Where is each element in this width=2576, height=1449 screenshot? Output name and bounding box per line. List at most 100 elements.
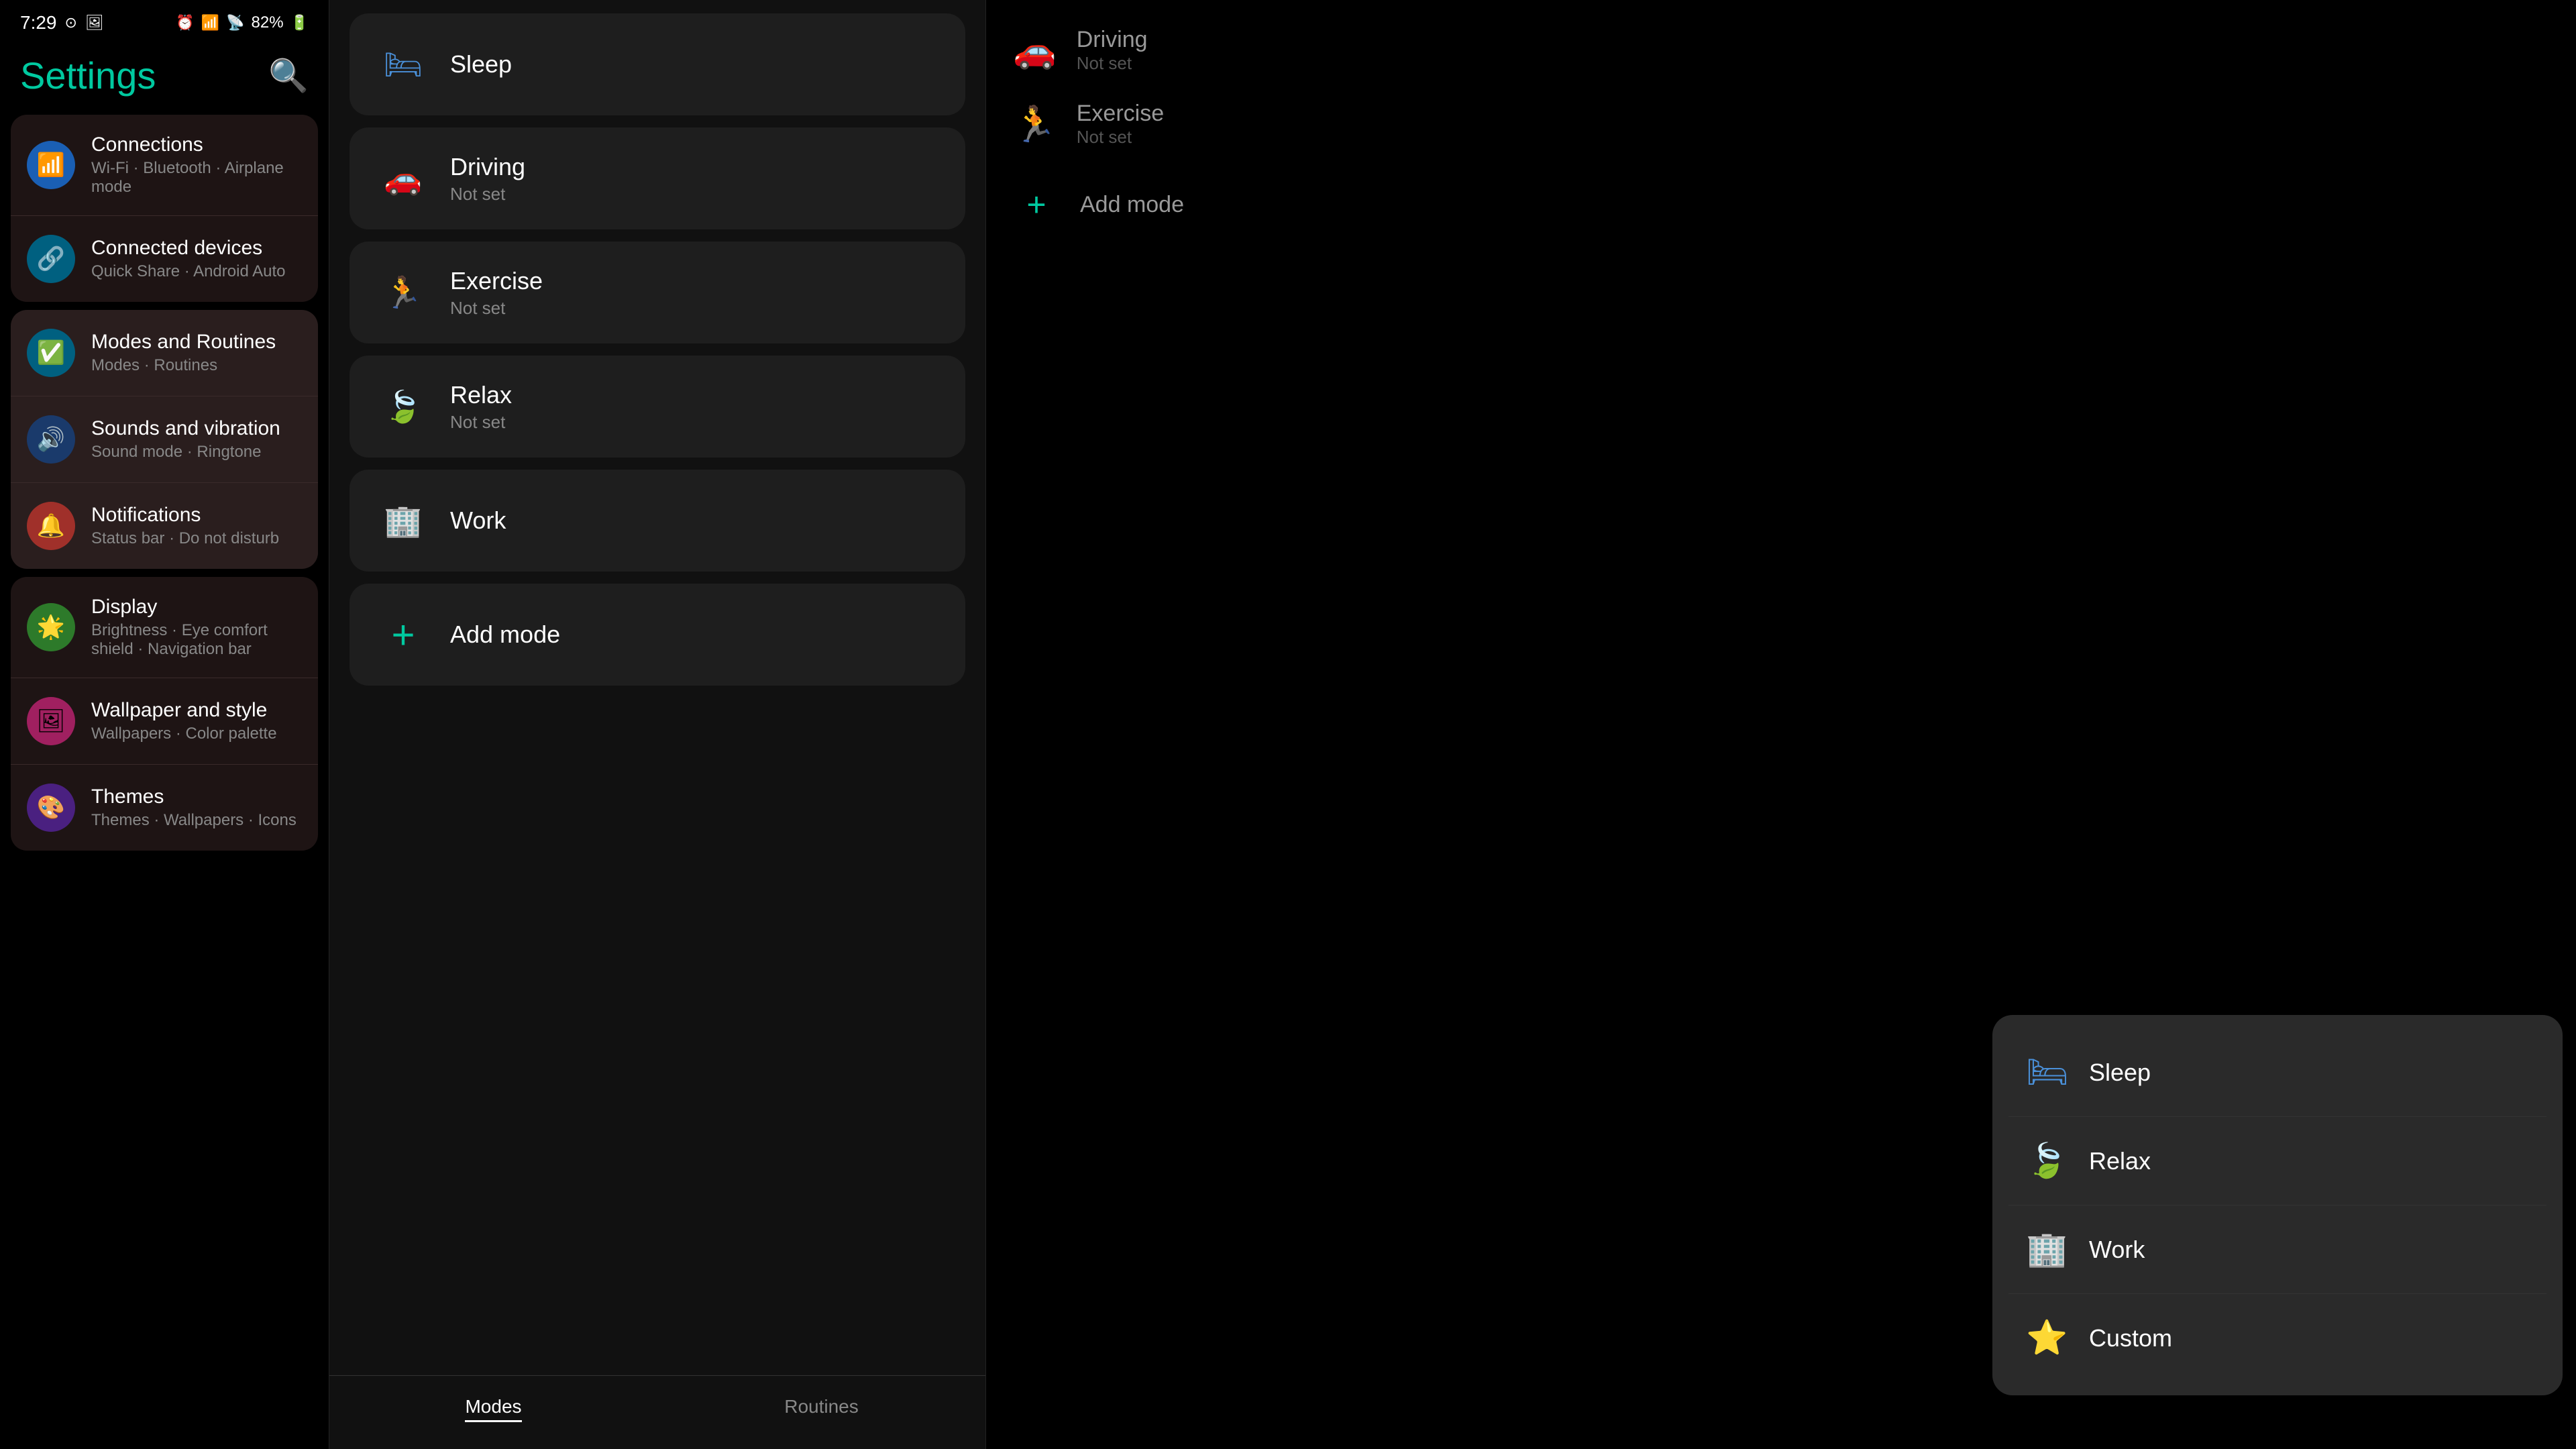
settings-item-wallpaper[interactable]: 🖼 Wallpaper and style Wallpapers · Color… [11, 678, 318, 765]
modes-title: Modes and Routines [91, 331, 302, 354]
popup-relax-icon: 🍃 [2026, 1141, 2066, 1181]
right-driving-name: Driving [1077, 27, 1148, 53]
work-mode-name: Work [450, 506, 938, 535]
right-exercise-icon: 🏃 [1013, 104, 1057, 145]
connected-devices-title: Connected devices [91, 237, 302, 260]
sleep-mode-name: Sleep [450, 50, 938, 78]
relax-mode-name: Relax [450, 381, 938, 409]
popup-item-custom[interactable]: ⭐ Custom [1992, 1294, 2563, 1382]
popup-custom-label: Custom [2089, 1324, 2172, 1352]
wallpaper-title: Wallpaper and style [91, 699, 302, 722]
right-panel: 🚗 Driving Not set 🏃 Exercise Not set + A… [986, 0, 2576, 1449]
popup-work-icon: 🏢 [2026, 1230, 2066, 1269]
battery-label: 82% [252, 13, 284, 32]
mode-item-driving[interactable]: 🚗 Driving Not set [350, 127, 965, 229]
popup-relax-label: Relax [2089, 1147, 2151, 1175]
right-add-mode-icon: + [1013, 181, 1060, 228]
mode-list: 🛏 Sleep 🚗 Driving Not set 🏃 Exercise Not… [329, 0, 985, 1375]
display-sub: Brightness · Eye comfort shield · Naviga… [91, 621, 302, 659]
wallpaper-sub: Wallpapers · Color palette [91, 724, 302, 743]
relax-mode-sub: Not set [450, 412, 938, 433]
connections-title: Connections [91, 133, 302, 156]
settings-item-modes[interactable]: ✅ Modes and Routines Modes · Routines [11, 310, 318, 396]
settings-title: Settings [20, 54, 156, 97]
mode-item-relax[interactable]: 🍃 Relax Not set [350, 356, 965, 458]
relax-mode-icon: 🍃 [376, 380, 430, 433]
notifications-icon: 🔔 [27, 502, 75, 550]
settings-item-display[interactable]: 🌟 Display Brightness · Eye comfort shiel… [11, 577, 318, 678]
exercise-mode-sub: Not set [450, 298, 938, 319]
tab-modes-label: Modes [465, 1396, 521, 1422]
driving-mode-icon: 🚗 [376, 152, 430, 205]
sounds-icon: 🔊 [27, 415, 75, 464]
popup-custom-icon: ⭐ [2026, 1318, 2066, 1358]
add-mode-icon: + [376, 608, 430, 661]
right-driving-sub: Not set [1077, 53, 1148, 74]
time-display: 7:29 [20, 12, 57, 34]
status-bar: 7:29 ⊙ 🖼 ⏰ 📶 📡 82% 🔋 [0, 0, 329, 40]
left-panel: 7:29 ⊙ 🖼 ⏰ 📶 📡 82% 🔋 Settings 🔍 📶 Connec… [0, 0, 329, 1449]
settings-item-connected-devices[interactable]: 🔗 Connected devices Quick Share · Androi… [11, 216, 318, 302]
themes-sub: Themes · Wallpapers · Icons [91, 811, 302, 830]
settings-item-notifications[interactable]: 🔔 Notifications Status bar · Do not dist… [11, 483, 318, 569]
right-mode-row-exercise[interactable]: 🏃 Exercise Not set [1013, 94, 2549, 154]
connections-sub: Wi-Fi · Bluetooth · Airplane mode [91, 159, 302, 197]
settings-group-connections: 📶 Connections Wi-Fi · Bluetooth · Airpla… [11, 115, 318, 302]
bottom-tabs: Modes Routines [329, 1375, 985, 1449]
settings-header: Settings 🔍 [0, 40, 329, 111]
modes-icon: ✅ [27, 329, 75, 377]
mode-item-exercise[interactable]: 🏃 Exercise Not set [350, 241, 965, 343]
exercise-mode-icon: 🏃 [376, 266, 430, 319]
settings-item-sounds[interactable]: 🔊 Sounds and vibration Sound mode · Ring… [11, 396, 318, 483]
themes-icon: 🎨 [27, 784, 75, 832]
notifications-sub: Status bar · Do not disturb [91, 529, 302, 548]
connections-icon: 📶 [27, 141, 75, 189]
battery-icon: 🔋 [290, 14, 309, 32]
popup-item-relax[interactable]: 🍃 Relax [1992, 1117, 2563, 1205]
signal-icon: 📡 [226, 14, 244, 32]
popup-sleep-icon: 🛏 [2026, 1053, 2066, 1092]
settings-group-display: 🌟 Display Brightness · Eye comfort shiel… [11, 577, 318, 851]
modes-sub: Modes · Routines [91, 356, 302, 375]
settings-group-modes: ✅ Modes and Routines Modes · Routines 🔊 … [11, 310, 318, 569]
search-button[interactable]: 🔍 [268, 56, 309, 95]
alarm-icon: ⏰ [176, 14, 194, 32]
gallery-icon: 🖼 [85, 14, 104, 32]
settings-item-connections[interactable]: 📶 Connections Wi-Fi · Bluetooth · Airpla… [11, 115, 318, 216]
right-mode-row-driving[interactable]: 🚗 Driving Not set [1013, 20, 2549, 80]
tab-routines-label: Routines [784, 1396, 859, 1420]
exercise-mode-name: Exercise [450, 267, 938, 295]
right-exercise-name: Exercise [1077, 101, 1164, 127]
sounds-sub: Sound mode · Ringtone [91, 443, 302, 462]
mode-item-add[interactable]: + Add mode [350, 584, 965, 686]
add-mode-label: Add mode [450, 621, 938, 649]
popup-work-label: Work [2089, 1236, 2145, 1264]
right-add-mode-label: Add mode [1080, 192, 1184, 218]
driving-mode-sub: Not set [450, 184, 938, 205]
connected-devices-icon: 🔗 [27, 235, 75, 283]
connected-devices-sub: Quick Share · Android Auto [91, 262, 302, 281]
location-icon: ⊙ [65, 14, 77, 32]
themes-title: Themes [91, 786, 302, 808]
tab-modes[interactable]: Modes [329, 1389, 657, 1429]
tab-routines[interactable]: Routines [657, 1389, 985, 1429]
wallpaper-icon: 🖼 [27, 697, 75, 745]
popup-item-work[interactable]: 🏢 Work [1992, 1205, 2563, 1293]
mode-item-work[interactable]: 🏢 Work [350, 470, 965, 572]
right-add-mode[interactable]: + Add mode [1013, 174, 2549, 235]
popup-item-sleep[interactable]: 🛏 Sleep [1992, 1028, 2563, 1116]
right-driving-icon: 🚗 [1013, 30, 1057, 71]
sounds-title: Sounds and vibration [91, 417, 302, 440]
sleep-mode-icon: 🛏 [376, 38, 430, 91]
right-top-modes: 🚗 Driving Not set 🏃 Exercise Not set + A… [1013, 0, 2549, 255]
popup-sleep-label: Sleep [2089, 1059, 2151, 1087]
display-icon: 🌟 [27, 603, 75, 651]
settings-item-themes[interactable]: 🎨 Themes Themes · Wallpapers · Icons [11, 765, 318, 851]
popup-card: 🛏 Sleep 🍃 Relax 🏢 Work ⭐ Custom [1992, 1015, 2563, 1395]
work-mode-icon: 🏢 [376, 494, 430, 547]
display-title: Display [91, 596, 302, 619]
notifications-title: Notifications [91, 504, 302, 527]
mode-item-sleep[interactable]: 🛏 Sleep [350, 13, 965, 115]
driving-mode-name: Driving [450, 153, 938, 181]
wifi-icon: 📶 [201, 14, 219, 32]
